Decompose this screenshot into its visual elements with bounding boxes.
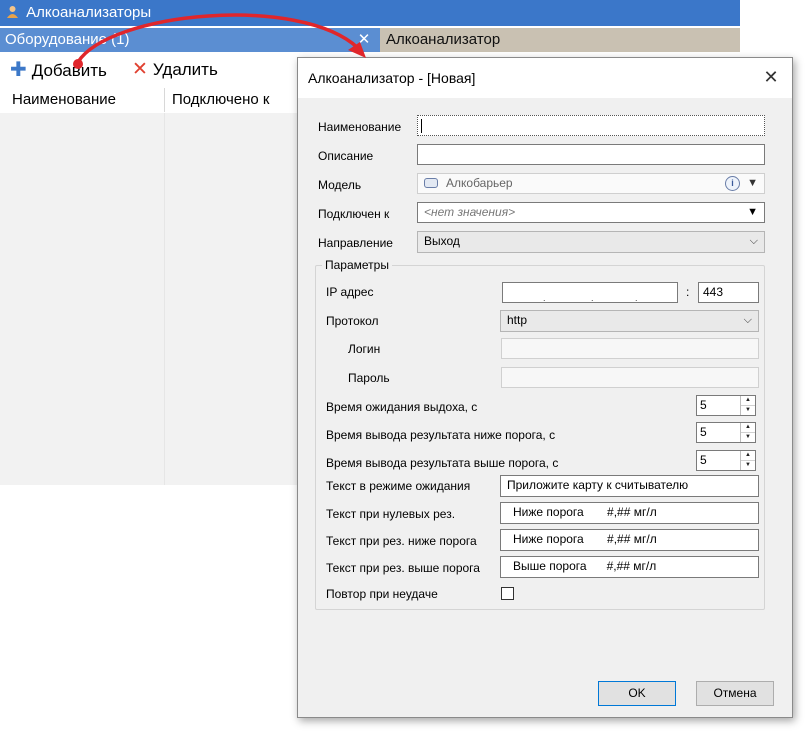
add-button[interactable]: ✚ Добавить: [10, 59, 107, 81]
grid-column-line: [164, 113, 165, 485]
description-input[interactable]: [417, 144, 765, 165]
direction-label: Направление: [318, 236, 393, 250]
connected-to-label: Подключен к: [318, 207, 390, 221]
grid-header: Наименование Подключено к: [0, 88, 300, 112]
parameters-legend: Параметры: [322, 258, 392, 272]
above-threshold-time-label: Время вывода результата выше порога, с: [326, 456, 559, 470]
chevron-down-icon[interactable]: ⌵: [750, 232, 758, 251]
login-input[interactable]: [501, 338, 759, 359]
description-label: Описание: [318, 149, 374, 163]
equipment-panel-header: Оборудование (1): [0, 28, 380, 52]
ok-button[interactable]: OK: [598, 681, 676, 706]
connected-to-select[interactable]: <нет значения> ▼: [417, 202, 765, 223]
dialog-title-bar: Алкоанализатор - [Новая] ✕: [298, 58, 792, 98]
below-threshold-time-spinner[interactable]: 5 ▲ ▼: [696, 422, 756, 443]
delete-button-label: Удалить: [152, 60, 218, 79]
protocol-value: http: [507, 313, 528, 327]
model-value: Алкобарьер: [446, 176, 513, 190]
zero-result-text-label: Текст при нулевых рез.: [326, 507, 456, 521]
password-label: Пароль: [348, 371, 390, 385]
column-header-connected[interactable]: Подключено к: [172, 88, 269, 112]
above-threshold-time-value: 5: [700, 453, 707, 467]
direction-value: Выход: [424, 234, 460, 248]
app-title: Алкоанализаторы: [26, 4, 152, 21]
retry-on-failure-label: Повтор при неудаче: [326, 587, 438, 601]
spin-up-icon[interactable]: ▲: [741, 423, 755, 433]
name-label: Наименование: [318, 120, 402, 134]
delete-button[interactable]: ✕ Удалить: [132, 59, 218, 81]
spin-down-icon[interactable]: ▼: [741, 406, 755, 415]
exhale-wait-spinner[interactable]: 5 ▲ ▼: [696, 395, 756, 416]
ip-octet-dot: .: [543, 293, 546, 303]
retry-on-failure-checkbox[interactable]: [501, 587, 514, 600]
password-input[interactable]: [501, 367, 759, 388]
protocol-select[interactable]: http ⌵: [500, 310, 759, 332]
spin-down-icon[interactable]: ▼: [741, 461, 755, 470]
spin-up-icon[interactable]: ▲: [741, 396, 755, 406]
ip-octet-dot: .: [591, 293, 594, 303]
ip-address-input[interactable]: . . .: [502, 282, 678, 303]
above-threshold-time-spinner[interactable]: 5 ▲ ▼: [696, 450, 756, 471]
port-separator: :: [686, 285, 690, 299]
idle-text-input[interactable]: Приложите карту к считывателю: [500, 475, 759, 497]
spin-down-icon[interactable]: ▼: [741, 433, 755, 442]
name-input[interactable]: [417, 115, 765, 136]
equipment-grid[interactable]: [0, 113, 300, 485]
above-threshold-text-input[interactable]: Выше порога #,## мг/л: [500, 556, 759, 578]
chevron-down-icon[interactable]: ▼: [747, 174, 758, 193]
chevron-down-icon[interactable]: ▼: [747, 203, 758, 222]
chevron-down-icon[interactable]: ⌵: [744, 311, 752, 330]
above-threshold-text-label: Текст при рез. выше порога: [326, 561, 480, 575]
below-threshold-text-input[interactable]: Ниже порога #,## мг/л: [500, 529, 759, 551]
port-input[interactable]: 443: [698, 282, 759, 303]
add-icon: ✚: [10, 59, 27, 81]
info-icon[interactable]: i: [725, 176, 740, 191]
model-icon: [424, 178, 438, 188]
direction-select[interactable]: Выход ⌵: [417, 231, 765, 253]
dialog-title: Алкоанализатор - [Новая]: [308, 70, 476, 86]
below-threshold-time-label: Время вывода результата ниже порога, с: [326, 428, 556, 442]
user-group-icon: [6, 2, 19, 18]
below-threshold-time-value: 5: [700, 425, 707, 439]
details-panel-header: Алкоанализатор: [380, 28, 740, 52]
idle-text-label: Текст в режиме ожидания: [326, 479, 471, 493]
column-header-name[interactable]: Наименование: [12, 88, 116, 112]
model-label: Модель: [318, 178, 362, 192]
spin-up-icon[interactable]: ▲: [741, 451, 755, 461]
exhale-wait-label: Время ожидания выдоха, с: [326, 400, 478, 414]
column-divider[interactable]: [164, 88, 165, 112]
close-icon[interactable]: ✕: [356, 32, 372, 48]
protocol-label: Протокол: [326, 314, 379, 328]
zero-result-text-input[interactable]: Ниже порога #,## мг/л: [500, 502, 759, 524]
cancel-button[interactable]: Отмена: [696, 681, 774, 706]
connected-to-value: <нет значения>: [424, 205, 516, 219]
breathalyzer-dialog: Алкоанализатор - [Новая] ✕ Наименование …: [297, 57, 793, 718]
dialog-close-icon[interactable]: ✕: [760, 66, 782, 88]
text-caret: [421, 119, 422, 133]
model-select[interactable]: Алкобарьер i ▼: [417, 173, 765, 194]
exhale-wait-value: 5: [700, 398, 707, 412]
login-label: Логин: [348, 342, 381, 356]
ip-octet-dot: .: [635, 293, 638, 303]
below-threshold-text-label: Текст при рез. ниже порога: [326, 534, 477, 548]
ip-address-label: IP адрес: [326, 285, 374, 299]
app-title-bar: Алкоанализаторы: [0, 0, 740, 26]
delete-icon: ✕: [132, 59, 148, 80]
add-button-label: Добавить: [31, 61, 107, 80]
